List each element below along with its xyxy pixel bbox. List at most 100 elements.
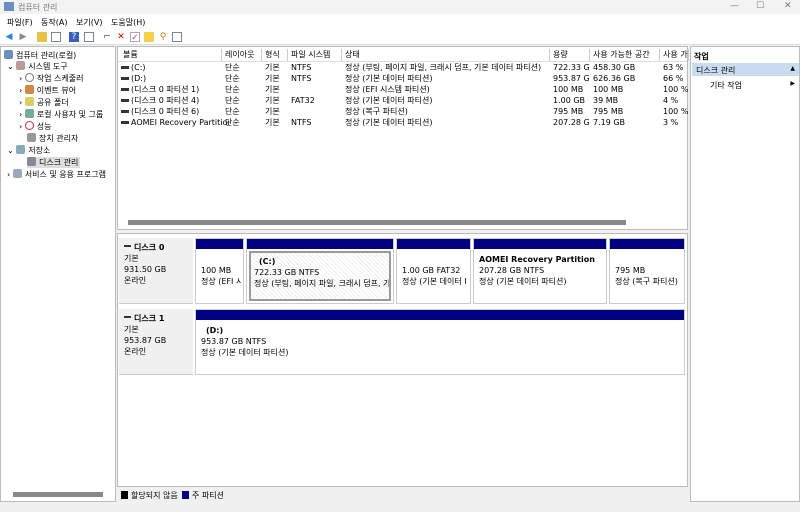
partition-size: 722.33 GB NTFS — [254, 268, 320, 277]
minimize-button[interactable]: — — [730, 1, 739, 11]
maximize-button[interactable]: ☐ — [756, 1, 764, 11]
menu-action[interactable]: 동작(A) — [41, 17, 67, 28]
volume-cell: 정상 (부팅, 페이지 파일, 크래시 덤프, 기본 데이터 파티션) — [345, 63, 542, 72]
volume-cell: 단순 — [225, 63, 240, 72]
disk-state: 온라인 — [124, 347, 147, 356]
tree-task-scheduler[interactable]: › 작업 스케줄러 — [19, 73, 83, 84]
show-hide-console-tree-icon[interactable] — [51, 32, 61, 42]
disk-label[interactable]: 디스크 1 기본 953.87 GB 온라인 — [119, 309, 193, 375]
delete-icon[interactable]: ✕ — [116, 32, 126, 42]
tree-label: 이벤트 뷰어 — [36, 86, 77, 95]
volume-cell — [291, 106, 341, 117]
tree-storage[interactable]: ⌄ 저장소 — [7, 145, 50, 156]
column-header[interactable]: 파일 시스템 — [288, 49, 342, 61]
column-header[interactable]: 형식 — [262, 49, 288, 61]
folder-up-icon[interactable] — [144, 32, 154, 42]
up-folder-icon[interactable] — [37, 32, 47, 42]
tree-system-tools[interactable]: ⌄ 시스템 도구 — [7, 61, 68, 72]
volume-cell: 7.19 GB — [593, 118, 626, 127]
column-header[interactable]: 사용 가능한 공간 — [590, 49, 660, 61]
volume-icon — [121, 99, 129, 102]
tree-event-viewer[interactable]: › 이벤트 뷰어 — [19, 85, 76, 96]
volume-cell: 정상 (기본 데이터 파티션) — [345, 118, 433, 127]
partition-status: 정상 (복구 파티션) — [615, 277, 678, 286]
volume-list-scrollbar[interactable] — [128, 220, 626, 225]
actions-section-disk-management[interactable]: 디스크 관리 ▲ — [692, 63, 799, 76]
tree-device-manager[interactable]: 장치 관리자 — [27, 133, 78, 144]
tree-disk-management[interactable]: 디스크 관리 — [27, 157, 81, 168]
partition-block[interactable]: AOMEI Recovery Partition 207.28 GB NTFS 정상… — [473, 238, 607, 304]
disk-icon — [124, 245, 131, 247]
primary-partition-bar — [397, 239, 470, 249]
properties-icon[interactable] — [172, 32, 182, 42]
volume-row[interactable]: (디스크 0 파티션 1) 단순 기본 정상 (EFI 시스템 파티션) 100 MB 1… — [118, 84, 688, 95]
partition-body: (D:) 953.87 GB NTFS 정상 (기본 데이터 파티션) — [198, 322, 682, 372]
volume-cell: 기본 — [265, 63, 280, 72]
tree-local-users[interactable]: › 로컬 사용자 및 그룹 — [19, 109, 103, 120]
volume-row[interactable]: (D:) 단순 기본 NTFS 정상 (기본 데이터 파티션) 953.87 GB 626.… — [118, 73, 687, 84]
partition-status: 정상 (기본 데이터 파티션) — [201, 348, 289, 357]
disk-name: 디스크 1 — [134, 314, 165, 323]
volume-cell: 기본 — [265, 74, 280, 83]
partition-status: 정상 (기본 데이터 I — [402, 277, 467, 286]
column-header[interactable]: 사용 가 — [660, 49, 689, 61]
tree-shared-folders[interactable]: › 공유 폴더 — [19, 97, 69, 108]
volume-row[interactable]: AOMEI Recovery Partition 단순 기본 NTFS 정상 (기본 데… — [118, 117, 687, 128]
forward-icon[interactable]: ▶ — [18, 32, 28, 42]
volume-cell: (디스크 0 파티션 4) — [131, 96, 200, 105]
disk-name: 디스크 0 — [134, 243, 165, 252]
disk-icon — [27, 157, 36, 166]
tree-root[interactable]: 컴퓨터 관리(로컬) — [4, 50, 76, 61]
volume-cell: AOMEI Recovery Partition — [131, 118, 229, 127]
tree-horizontal-scrollbar[interactable] — [13, 492, 103, 497]
partition-block[interactable]: (C:) 722.33 GB NTFS 정상 (부팅, 페이지 파일, 크래시 덤프… — [246, 238, 394, 304]
actions-header: 작업 — [694, 52, 709, 61]
volume-row[interactable]: (디스크 0 파티션 6) 단순 기본 정상 (복구 파티션) 795 MB 795 MB… — [118, 106, 688, 117]
tree-label: 컴퓨터 관리(로컬) — [16, 51, 77, 60]
partition-body: AOMEI Recovery Partition 207.28 GB NTFS 정상… — [476, 251, 604, 301]
tools-icon — [16, 61, 26, 70]
close-button[interactable]: ✕ — [784, 1, 792, 11]
help-icon[interactable]: ? — [69, 32, 79, 42]
collapse-icon: ▲ — [790, 65, 795, 72]
tree-services[interactable]: › 서비스 및 응용 프로그램 — [7, 169, 106, 180]
tree-label: 공유 폴더 — [36, 98, 69, 107]
search-icon[interactable]: ⚲ — [158, 32, 168, 42]
tree-label: 저장소 — [28, 146, 51, 155]
primary-partition-bar — [196, 310, 684, 320]
column-header[interactable]: 용량 — [550, 49, 590, 61]
column-header[interactable]: 볼륨 — [120, 49, 222, 61]
menu-view[interactable]: 보기(V) — [76, 17, 102, 28]
partition-block[interactable]: 795 MB 정상 (복구 파티션) — [609, 238, 685, 304]
partition-block[interactable]: 1.00 GB FAT32 정상 (기본 데이터 I — [396, 238, 471, 304]
volume-icon — [121, 110, 129, 113]
console-tree: 컴퓨터 관리(로컬) ⌄ 시스템 도구 › 작업 스케줄러 › 이벤트 뷰어 ›… — [0, 46, 116, 502]
volume-cell: (디스크 0 파티션 6) — [131, 107, 200, 116]
column-header[interactable]: 레이아웃 — [222, 49, 262, 61]
partition-block[interactable]: (D:) 953.87 GB NTFS 정상 (기본 데이터 파티션) — [195, 309, 685, 375]
check-icon[interactable]: ✓ — [130, 32, 140, 43]
disk-label[interactable]: 디스크 0 기본 931.50 GB 온라인 — [119, 238, 193, 304]
back-icon[interactable]: ◀ — [4, 32, 14, 42]
disk-type: 기본 — [124, 254, 139, 263]
partition-block[interactable]: 100 MB 정상 (EFI 시스 — [195, 238, 244, 304]
volume-row[interactable]: (디스크 0 파티션 4) 단순 기본 FAT32 정상 (기본 데이터 파티션) 1.0… — [118, 95, 687, 106]
title-bar: 컴퓨터 관리 — ☐ ✕ — [0, 0, 800, 14]
tree-label: 서비스 및 응용 프로그램 — [24, 170, 106, 179]
legend-primary: 주 파티션 — [192, 491, 224, 500]
primary-partition-bar — [610, 239, 684, 249]
action-more[interactable]: 기타 작업 ▶ — [692, 78, 799, 90]
volume-cell: FAT32 — [291, 96, 315, 105]
menu-help[interactable]: 도움말(H) — [111, 17, 145, 28]
tree-performance[interactable]: › 성능 — [19, 121, 51, 132]
connect-drive-icon[interactable]: ⌐ — [102, 32, 112, 42]
unallocated-swatch — [121, 491, 128, 499]
show-hide-action-pane-icon[interactable] — [84, 32, 94, 42]
menu-file[interactable]: 파일(F) — [7, 17, 33, 28]
volume-cell: 39 MB — [593, 96, 619, 105]
column-header[interactable]: 상태 — [342, 49, 550, 61]
toolbar: ◀ ▶ ? ⌐ ✕ ✓ ⚲ — [0, 30, 800, 45]
volume-row[interactable]: (C:) 단순 기본 NTFS 정상 (부팅, 페이지 파일, 크래시 덤프, 기본 데… — [118, 62, 687, 73]
device-manager-icon — [27, 133, 36, 142]
partition-body: 100 MB 정상 (EFI 시스 — [198, 251, 241, 301]
